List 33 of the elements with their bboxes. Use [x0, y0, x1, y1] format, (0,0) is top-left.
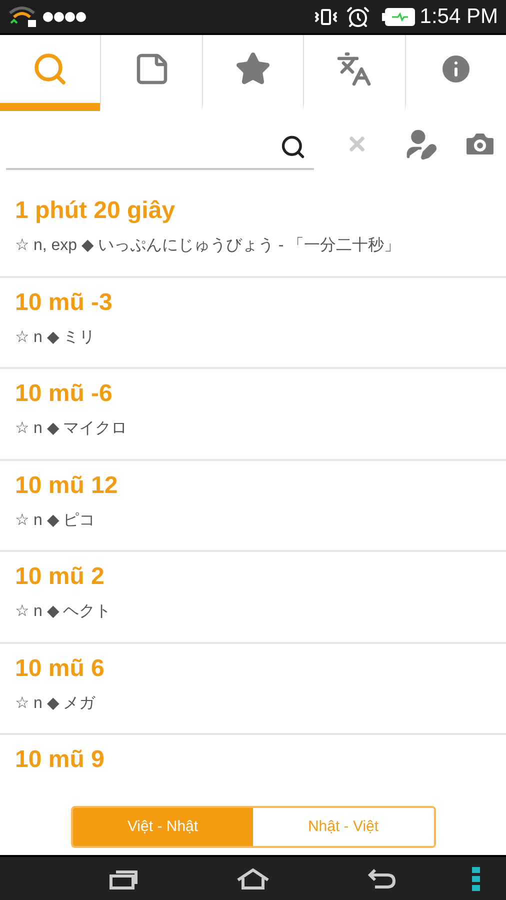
entry-row[interactable]: 10 mũ 2 ☆ n ◆ ヘクト: [0, 552, 506, 644]
home-icon[interactable]: [236, 868, 270, 890]
entry-detail: ☆ n, exp ◆ いっぷんにじゅうびょう - 「一分二十秒」: [15, 236, 402, 256]
entry-detail: ☆ n ◆ ミリ: [15, 328, 96, 348]
translate-icon: [336, 51, 372, 87]
back-icon[interactable]: [366, 868, 397, 890]
entry-word: 10 mũ 6: [15, 654, 106, 684]
entry-detail: ☆ n ◆ ヘクト: [15, 602, 112, 622]
alarm-icon: [346, 4, 370, 28]
entry-word: 10 mũ -3: [15, 288, 114, 318]
battery-icon: [382, 6, 416, 26]
search-icon: [32, 51, 68, 87]
search-icon[interactable]: [280, 134, 306, 160]
star-icon: [235, 51, 272, 87]
entry-word: 10 mũ -6: [15, 379, 114, 409]
entry-word: 10 mũ 9: [15, 745, 106, 775]
entry-word: 10 mũ 12: [15, 470, 119, 500]
entry-detail: ☆ n ◆ ピコ: [15, 510, 96, 530]
entry-detail: ☆ n ◆ メガ: [15, 694, 96, 714]
entry-row[interactable]: 10 mũ -3 ☆ n ◆ ミリ: [0, 278, 506, 369]
menu-icon[interactable]: [472, 866, 480, 890]
dots-icon: [42, 10, 86, 22]
entry-row[interactable]: 1 phút 20 giây ☆ n, exp ◆ いっぷんにじゅうびょう - 「一分二十秒」: [0, 186, 506, 278]
status-time: 1:54 PM: [420, 4, 498, 30]
recent-apps-icon[interactable]: [109, 868, 140, 890]
wifi-icon: [8, 4, 38, 28]
entry-word: 1 phút 20 giây: [15, 196, 176, 226]
user-edit-icon[interactable]: [404, 127, 438, 161]
entry-row[interactable]: 10 mũ -6 ☆ n ◆ マイクロ: [0, 369, 506, 460]
entry-word: 10 mũ 2: [15, 562, 106, 592]
entry-row[interactable]: 10 mũ 6 ☆ n ◆ メガ: [0, 644, 506, 735]
entry-detail: ☆ n ◆ マイクロ: [15, 419, 128, 439]
entry-row[interactable]: 10 mũ 12 ☆ n ◆ ピコ: [0, 460, 506, 552]
